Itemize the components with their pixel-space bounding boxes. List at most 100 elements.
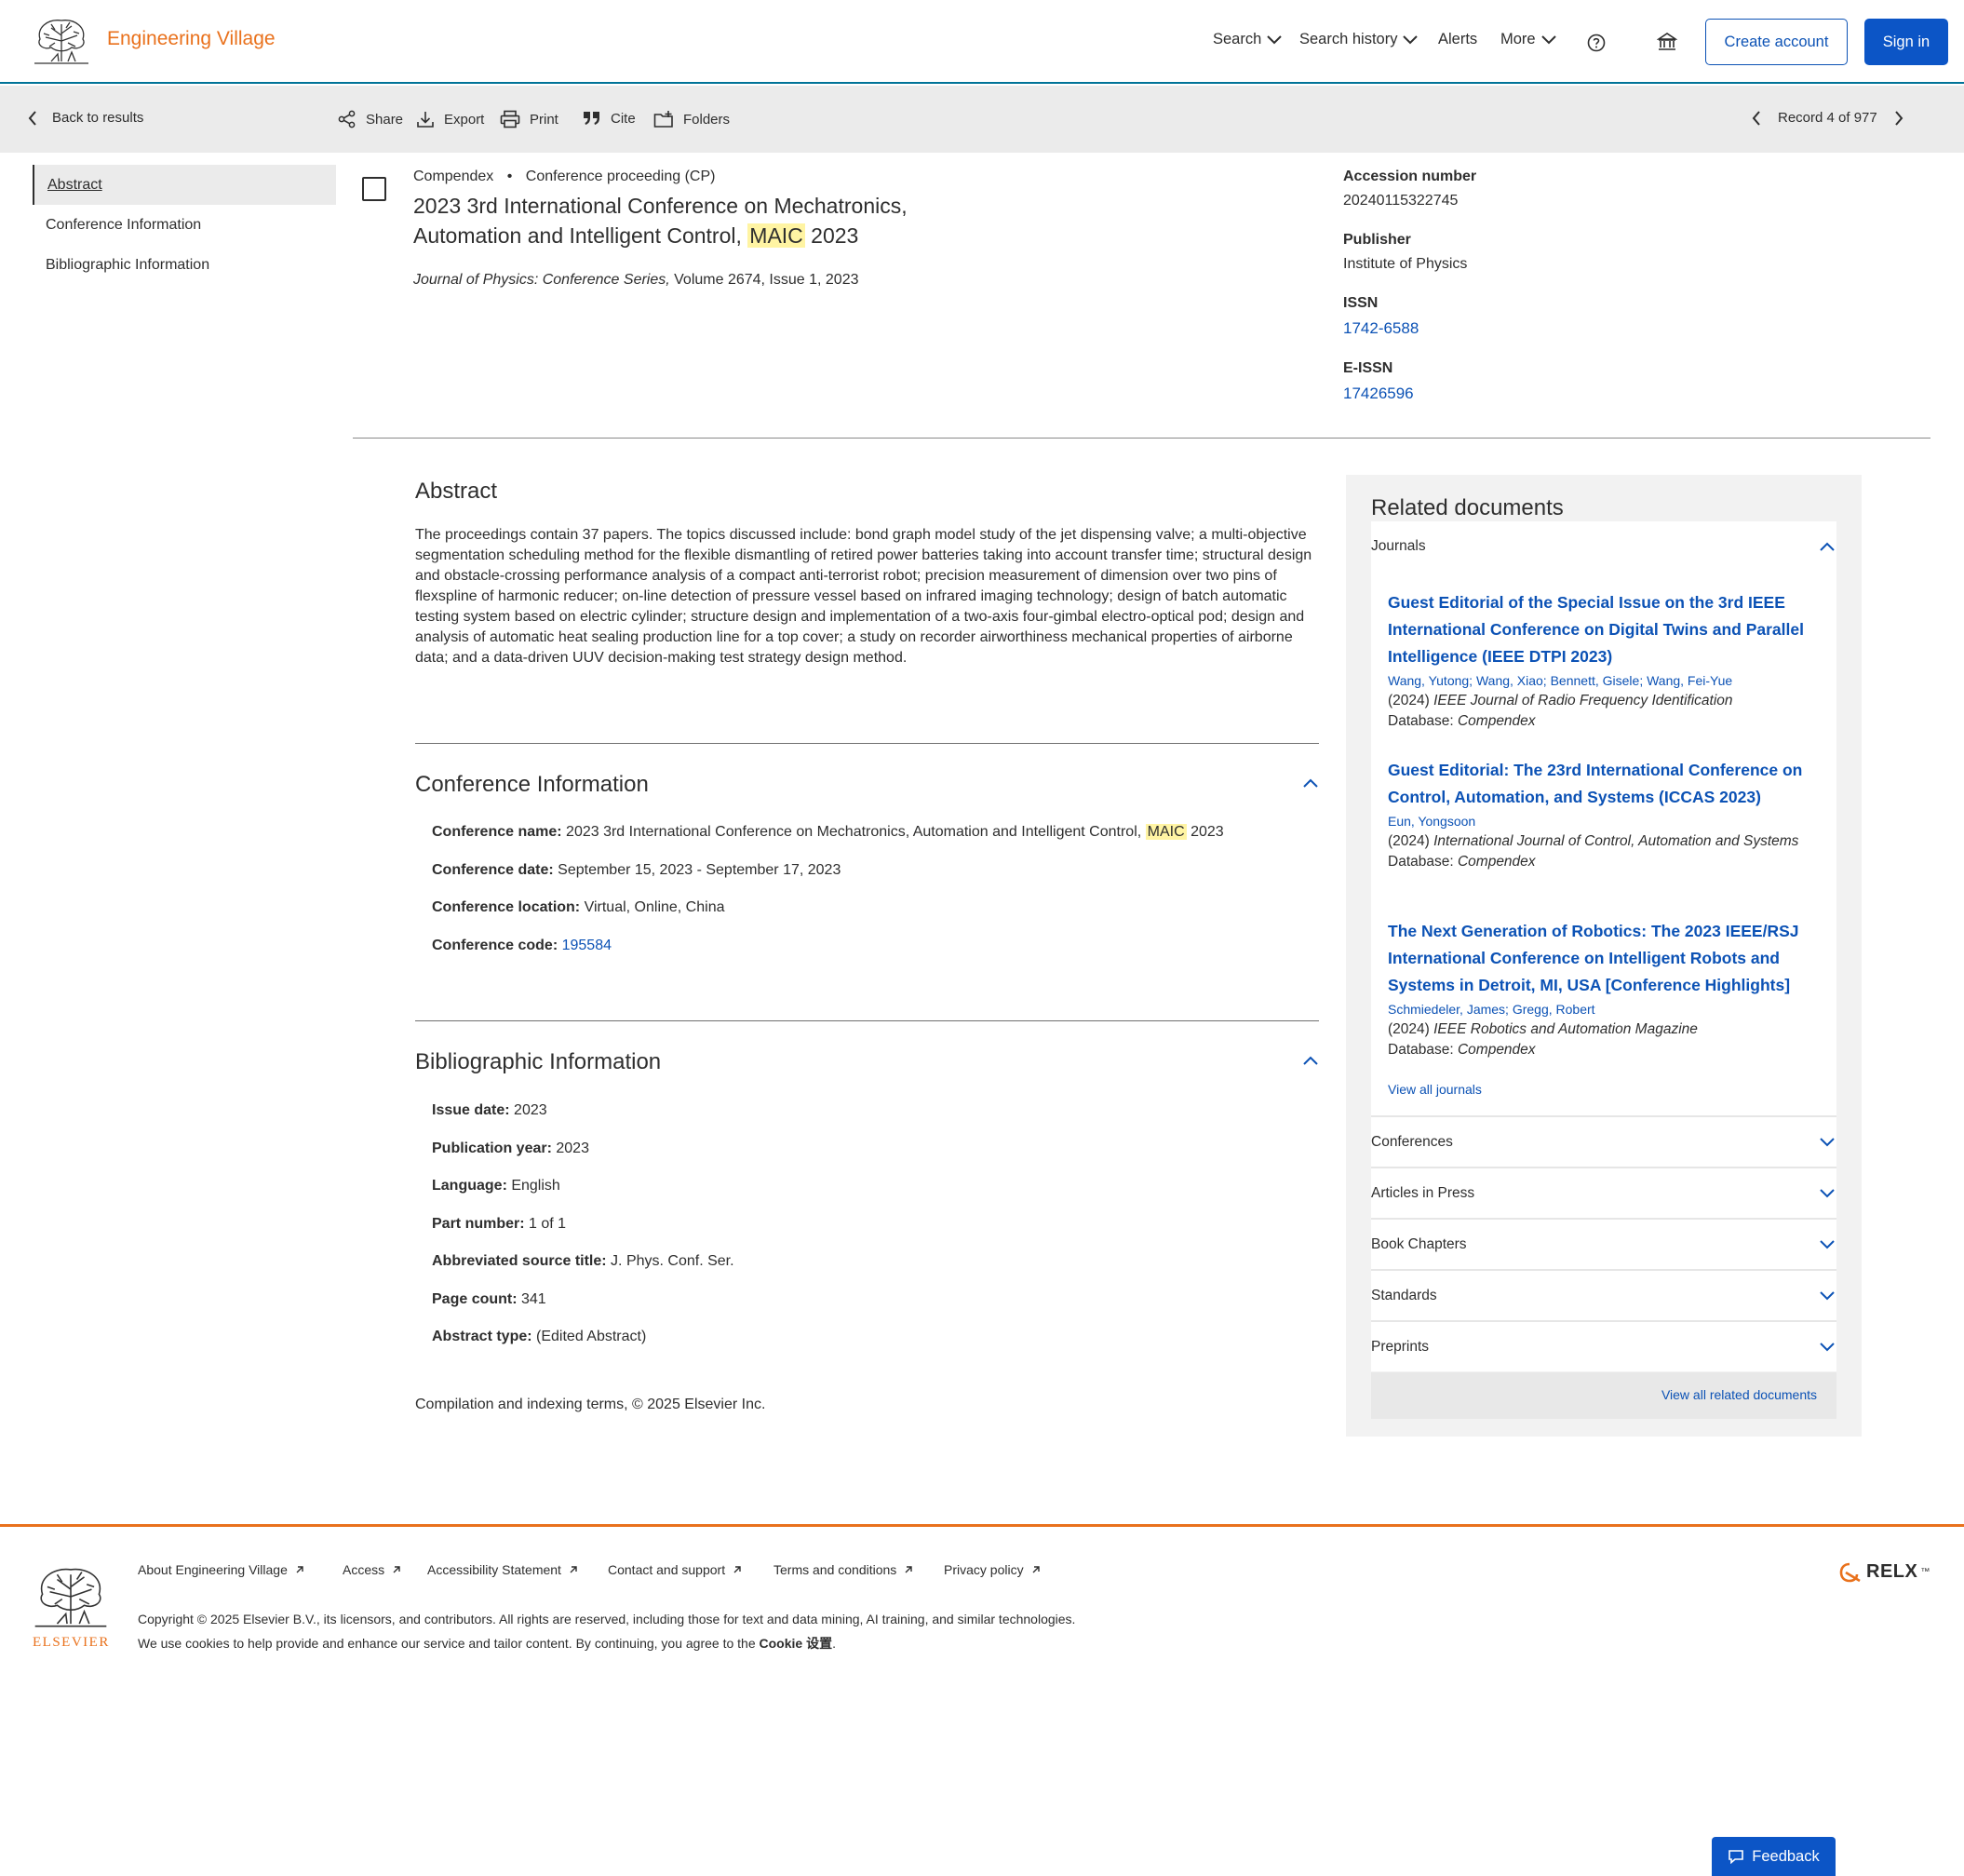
nav-search-history[interactable]: Search history bbox=[1299, 31, 1419, 48]
brand-name[interactable]: Engineering Village bbox=[107, 28, 276, 50]
export-label: Export bbox=[444, 111, 485, 128]
next-record-chevron-icon[interactable] bbox=[1894, 110, 1903, 126]
field-value: Virtual, Online, China bbox=[580, 899, 725, 915]
collapse-chevron-up-icon[interactable] bbox=[1820, 542, 1835, 551]
compilation-notice: Compilation and indexing terms, © 2025 E… bbox=[415, 1397, 766, 1412]
institution-icon[interactable] bbox=[1657, 32, 1677, 52]
footer-link-accessibility[interactable]: Accessibility Statement bbox=[427, 1562, 578, 1577]
help-icon[interactable] bbox=[1587, 34, 1606, 52]
view-all-related-documents-link[interactable]: View all related documents bbox=[1661, 1387, 1817, 1402]
chevron-down-icon bbox=[1820, 1240, 1835, 1249]
elsevier-tree-logo-icon[interactable] bbox=[33, 1562, 109, 1631]
db-value: Compendex bbox=[1457, 713, 1536, 729]
field-value: 341 bbox=[517, 1290, 546, 1307]
book-chapters-accordion[interactable]: Book Chapters bbox=[1371, 1218, 1836, 1269]
abstract-text: The proceedings contain 37 papers. The t… bbox=[415, 527, 1312, 666]
related-document-authors[interactable]: Schmiedeler, James; Gregg, Robert bbox=[1388, 1002, 1825, 1017]
nav-alerts[interactable]: Alerts bbox=[1438, 31, 1477, 48]
db-label: Database: bbox=[1388, 713, 1458, 729]
folders-button[interactable]: Folders bbox=[653, 110, 730, 128]
doc-year: (2024) bbox=[1388, 1021, 1434, 1037]
issn-link[interactable]: 1742-6588 bbox=[1343, 319, 1809, 338]
source-line: Journal of Physics: Conference Series, V… bbox=[413, 272, 859, 289]
abstract-heading: Abstract bbox=[415, 479, 498, 504]
folders-label: Folders bbox=[683, 111, 731, 128]
footer-link-contact[interactable]: Contact and support bbox=[608, 1562, 742, 1577]
doc-source: International Journal of Control, Automa… bbox=[1433, 833, 1799, 849]
external-link-icon bbox=[392, 1565, 401, 1574]
conference-date-field: Conference date: September 15, 2023 - Se… bbox=[432, 861, 1224, 899]
field-value: 2023 bbox=[551, 1140, 589, 1156]
related-document-database: Database: Compendex bbox=[1388, 852, 1825, 872]
chat-bubble-icon bbox=[1728, 1849, 1744, 1864]
source-title: Journal of Physics: Conference Series, bbox=[413, 272, 670, 288]
footer-link-label: About Engineering Village bbox=[138, 1562, 288, 1577]
view-all-journals-link[interactable]: View all journals bbox=[1388, 1082, 1482, 1097]
external-link-icon bbox=[295, 1565, 304, 1574]
feedback-button[interactable]: Feedback bbox=[1712, 1837, 1836, 1876]
nav-abstract[interactable]: Abstract bbox=[33, 165, 336, 205]
nav-more[interactable]: More bbox=[1500, 31, 1556, 48]
articles-in-press-accordion[interactable]: Articles in Press bbox=[1371, 1167, 1836, 1218]
journals-accordion-header[interactable]: Journals bbox=[1371, 538, 1426, 555]
related-documents-heading: Related documents bbox=[1371, 495, 1564, 520]
field-value: 1 of 1 bbox=[524, 1215, 567, 1232]
accordion-label: Standards bbox=[1371, 1288, 1437, 1303]
conferences-accordion[interactable]: Conferences bbox=[1371, 1115, 1836, 1167]
previous-record-chevron-icon[interactable] bbox=[1752, 110, 1761, 126]
issue-date-field: Issue date: 2023 bbox=[432, 1101, 734, 1140]
related-document-authors[interactable]: Wang, Yutong; Wang, Xiao; Bennett, Gisel… bbox=[1388, 673, 1825, 688]
related-document-title-link[interactable]: Guest Editorial of the Special Issue on … bbox=[1388, 589, 1825, 670]
external-link-icon bbox=[1031, 1565, 1041, 1574]
field-label: Abbreviated source title: bbox=[432, 1253, 607, 1269]
related-document: The Next Generation of Robotics: The 202… bbox=[1388, 918, 1825, 1060]
elsevier-tree-logo-icon[interactable] bbox=[33, 15, 90, 67]
section-divider bbox=[415, 743, 1319, 744]
cookie-text-end: . bbox=[832, 1636, 836, 1651]
section-nav: Abstract Conference Information Bibliogr… bbox=[33, 165, 336, 285]
field-label: Part number: bbox=[432, 1215, 525, 1232]
record-toolbar: Back to results Share Export Print Cite … bbox=[0, 86, 1964, 153]
view-all-bar: View all related documents bbox=[1371, 1372, 1836, 1419]
eissn-link[interactable]: 17426596 bbox=[1343, 385, 1809, 403]
conference-code-link[interactable]: 195584 bbox=[562, 938, 612, 953]
standards-accordion[interactable]: Standards bbox=[1371, 1269, 1836, 1320]
cite-button[interactable]: Cite bbox=[583, 110, 636, 127]
collapse-chevron-up-icon[interactable] bbox=[1303, 778, 1318, 788]
preprints-accordion[interactable]: Preprints bbox=[1371, 1320, 1836, 1371]
back-to-results-link[interactable]: Back to results bbox=[28, 110, 143, 126]
db-label: Database: bbox=[1388, 1042, 1458, 1058]
footer-link-about[interactable]: About Engineering Village bbox=[138, 1562, 304, 1577]
collapse-chevron-up-icon[interactable] bbox=[1303, 1056, 1318, 1065]
footer-divider bbox=[0, 1524, 1964, 1527]
create-account-button[interactable]: Create account bbox=[1705, 19, 1848, 65]
document-type: Conference proceeding (CP) bbox=[525, 169, 716, 184]
footer-link-terms[interactable]: Terms and conditions bbox=[773, 1562, 913, 1577]
footer-link-privacy[interactable]: Privacy policy bbox=[944, 1562, 1041, 1577]
database-name: Compendex bbox=[413, 169, 494, 184]
nav-bibliographic-information[interactable]: Bibliographic Information bbox=[33, 245, 336, 285]
top-header: Engineering Village Search Search histor… bbox=[0, 0, 1964, 84]
related-document-title-link[interactable]: The Next Generation of Robotics: The 202… bbox=[1388, 918, 1825, 999]
back-label: Back to results bbox=[52, 110, 144, 126]
source-volume: Volume 2674, Issue 1, 2023 bbox=[669, 272, 859, 288]
select-record-checkbox[interactable] bbox=[362, 177, 386, 201]
nav-conference-information[interactable]: Conference Information bbox=[33, 205, 336, 245]
related-document-authors[interactable]: Eun, Yongsoon bbox=[1388, 814, 1825, 829]
related-document-title-link[interactable]: Guest Editorial: The 23rd International … bbox=[1388, 757, 1825, 811]
publisher-value: Institute of Physics bbox=[1343, 256, 1468, 272]
print-button[interactable]: Print bbox=[500, 110, 558, 128]
accession-number-label: Accession number bbox=[1343, 169, 1477, 184]
language-field: Language: English bbox=[432, 1177, 734, 1215]
chevron-down-icon bbox=[1820, 1343, 1835, 1352]
nav-search[interactable]: Search bbox=[1213, 31, 1282, 48]
part-number-field: Part number: 1 of 1 bbox=[432, 1215, 734, 1253]
record-position: Record 4 of 977 bbox=[1778, 110, 1877, 126]
conference-heading: Conference Information bbox=[415, 772, 649, 797]
relx-logo[interactable]: RELX ™ bbox=[1839, 1561, 1930, 1583]
cookie-settings-link[interactable]: Cookie 设置 bbox=[760, 1636, 833, 1651]
footer-link-access[interactable]: Access bbox=[343, 1562, 401, 1577]
export-button[interactable]: Export bbox=[416, 110, 484, 128]
sign-in-button[interactable]: Sign in bbox=[1864, 19, 1948, 65]
share-button[interactable]: Share bbox=[338, 110, 403, 128]
